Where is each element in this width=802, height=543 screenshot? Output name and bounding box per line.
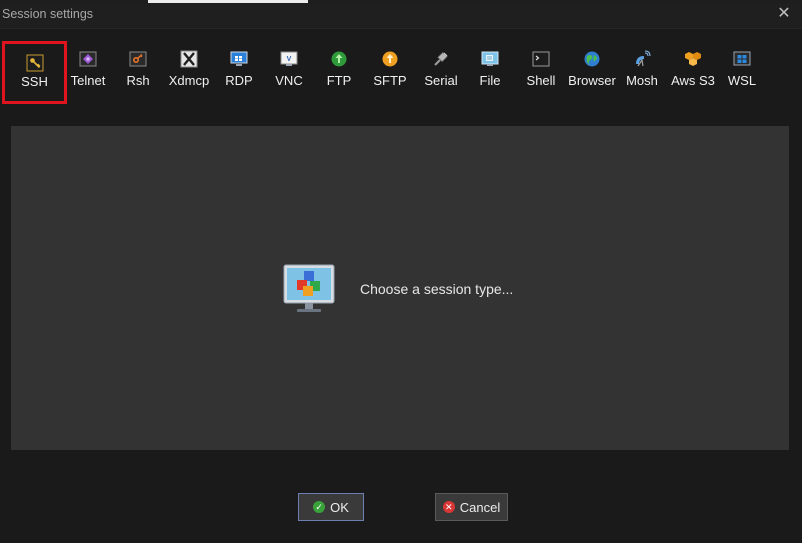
- ssh-key-icon: [26, 54, 43, 72]
- window-title: Session settings: [2, 7, 94, 21]
- choose-session-type-text: Choose a session type...: [360, 281, 514, 297]
- session-type-label: Serial: [424, 73, 458, 88]
- session-type-wsl[interactable]: WSL: [722, 40, 762, 102]
- session-type-file[interactable]: File: [470, 40, 510, 102]
- aws-s3-icon: [685, 52, 701, 66]
- session-type-label: Rsh: [126, 73, 150, 88]
- session-type-label: File: [479, 73, 501, 88]
- cancel-button[interactable]: ✕ Cancel: [435, 493, 508, 521]
- telnet-icon: [79, 51, 97, 67]
- serial-icon: [434, 51, 448, 66]
- session-type-xdmcp[interactable]: Xdmcp: [164, 40, 214, 102]
- session-type-label: SSH: [21, 74, 48, 89]
- session-cubes-icon: [283, 264, 335, 312]
- session-type-label: Xdmcp: [168, 73, 210, 88]
- sftp-icon: [382, 51, 398, 67]
- close-icon[interactable]: ✕: [776, 6, 792, 22]
- session-type-shell[interactable]: Shell: [521, 40, 561, 102]
- session-type-label: VNC: [275, 73, 303, 88]
- rdp-icon: [230, 51, 248, 66]
- session-type-ftp[interactable]: FTP: [319, 40, 359, 102]
- session-type-aws-s3[interactable]: Aws S3: [668, 40, 718, 102]
- session-type-serial[interactable]: Serial: [420, 40, 462, 102]
- session-type-label: Shell: [526, 73, 556, 88]
- ok-button-label: OK: [330, 499, 349, 515]
- ftp-icon: [331, 51, 347, 67]
- session-type-label: WSL: [727, 73, 757, 88]
- session-type-rsh[interactable]: Rsh: [118, 40, 158, 102]
- session-type-toolbar: SSH Telnet Rsh Xdmcp RDP V VNC FTP SFTP …: [0, 40, 802, 106]
- shell-icon: [532, 51, 550, 67]
- title-bar: Session settings ✕: [0, 4, 802, 29]
- session-type-sftp[interactable]: SFTP: [369, 40, 411, 102]
- background-window-edge: [148, 0, 308, 3]
- session-type-telnet[interactable]: Telnet: [68, 40, 108, 102]
- mosh-icon: [636, 50, 651, 67]
- session-type-label: SFTP: [373, 73, 407, 88]
- xdmcp-icon: [180, 50, 198, 68]
- session-type-label: FTP: [326, 73, 352, 88]
- session-type-mosh[interactable]: Mosh: [622, 40, 662, 102]
- file-icon: [481, 51, 499, 66]
- session-type-label: Browser: [568, 73, 616, 88]
- rsh-icon: [129, 51, 147, 67]
- browser-icon: [584, 51, 600, 67]
- session-type-vnc[interactable]: V VNC: [269, 40, 309, 102]
- session-type-label: Mosh: [626, 73, 658, 88]
- cancel-button-label: Cancel: [459, 499, 501, 515]
- check-icon: ✓: [313, 501, 326, 513]
- session-type-ssh[interactable]: SSH: [2, 41, 67, 104]
- session-type-label: Telnet: [70, 73, 106, 88]
- svg-text:V: V: [287, 56, 292, 63]
- ok-button[interactable]: ✓ OK: [298, 493, 364, 521]
- session-type-rdp[interactable]: RDP: [219, 40, 259, 102]
- vnc-icon: V: [280, 51, 298, 66]
- wsl-icon: [733, 51, 751, 66]
- session-type-label: RDP: [225, 73, 253, 88]
- cancel-icon: ✕: [442, 501, 455, 513]
- session-type-label: Aws S3: [671, 73, 715, 88]
- session-type-browser[interactable]: Browser: [566, 40, 618, 102]
